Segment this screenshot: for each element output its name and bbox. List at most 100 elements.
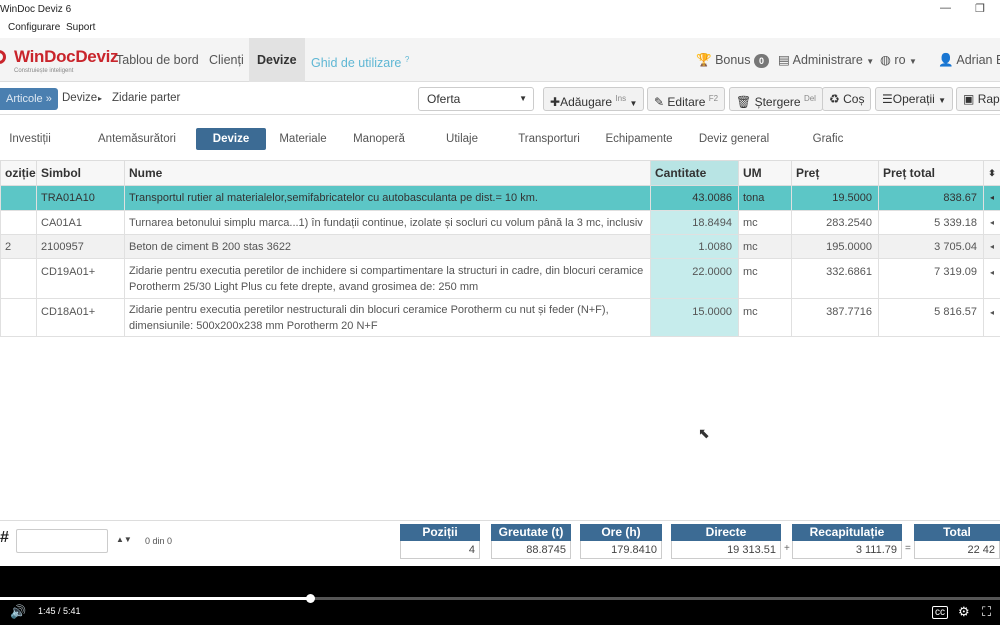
summary-pozitii-value: 4 xyxy=(400,541,480,559)
row-expand-icon[interactable]: ◂ xyxy=(983,210,1000,235)
operatii-button[interactable]: ☰Operații ▼ xyxy=(875,87,954,111)
cell-cantitate[interactable]: 1.0080 xyxy=(650,234,739,259)
captions-icon[interactable]: cc xyxy=(932,606,948,619)
fullscreen-icon[interactable]: ⛶ xyxy=(982,604,991,620)
row-expand-icon[interactable]: ◂ xyxy=(983,185,1000,211)
row-search-input[interactable] xyxy=(16,529,108,553)
tab-deviz-general[interactable]: Deviz general xyxy=(698,128,770,150)
nav-ghid-de-utilizare[interactable]: Ghid de utilizare ? xyxy=(303,38,417,82)
tab-utilaje[interactable]: Utilaje xyxy=(440,128,484,150)
col-pret-total[interactable]: Preț total xyxy=(878,160,984,186)
volume-icon[interactable]: 🔊 xyxy=(10,604,26,620)
globe-icon: ◍ xyxy=(880,53,891,67)
pager-arrows-icon[interactable]: ▲▼ xyxy=(116,535,132,544)
cell-cantitate[interactable]: 43.0086 xyxy=(650,185,739,211)
tab-devize[interactable]: Devize xyxy=(196,128,266,150)
articole-button[interactable]: Articole » xyxy=(0,88,58,110)
row-expand-icon[interactable]: ◂ xyxy=(983,258,1000,299)
cell-pret-total: 838.67 xyxy=(878,185,984,211)
nav-tablou-de-bord[interactable]: Tablou de bord xyxy=(108,38,207,82)
col-pret[interactable]: Preț xyxy=(791,160,879,186)
summary-pozitii-label: Poziții xyxy=(400,524,480,541)
summary-bar: # ▲▼ 0 din 0 Poziții 4 Greutate (t) 88.8… xyxy=(0,520,1000,566)
logo[interactable]: WinDocDeviz Construiește inteligent xyxy=(0,47,119,74)
cell-simbol: CD19A01+ xyxy=(36,258,125,299)
cell-simbol: CD18A01+ xyxy=(36,298,125,337)
list-icon: ☰ xyxy=(882,92,893,106)
tab-investitii[interactable]: Investiții xyxy=(6,128,54,150)
tab-materiale[interactable]: Materiale xyxy=(278,128,328,150)
summary-total: Total 22 42 xyxy=(914,524,1000,560)
cell-pozitie xyxy=(0,258,37,299)
hash-icon: # xyxy=(0,529,9,546)
table-row[interactable]: CD18A01+ Zidarie pentru executia peretil… xyxy=(0,298,1000,337)
cell-cantitate[interactable]: 22.0000 xyxy=(650,258,739,299)
cell-nume: Zidarie pentru executia peretilor nestru… xyxy=(124,298,651,337)
cell-nume: Zidarie pentru executia peretilor de inc… xyxy=(124,258,651,299)
caret-down-icon: ▼ xyxy=(938,96,947,105)
video-progress-bar[interactable] xyxy=(0,594,1000,603)
user-menu[interactable]: 👤 Adrian B xyxy=(938,38,1000,82)
delete-button[interactable]: 🗑 Ștergere Del xyxy=(729,87,823,111)
user-icon: 👤 xyxy=(938,53,954,67)
add-label: Adăugare xyxy=(560,95,613,109)
cell-cantitate[interactable]: 15.0000 xyxy=(650,298,739,337)
add-button[interactable]: ✚Adăugare Ins ▼ xyxy=(543,87,645,111)
cos-button[interactable]: ♻ Coș xyxy=(822,87,872,111)
summary-ore-value: 179.8410 xyxy=(580,541,662,559)
table-row[interactable]: 2 2100957 Beton de ciment B 200 stas 362… xyxy=(0,234,1000,259)
row-expand-icon[interactable]: ◂ xyxy=(983,298,1000,337)
add-shortcut: Ins xyxy=(615,94,627,103)
restore-icon[interactable]: ❐ xyxy=(975,2,985,15)
cell-cantitate[interactable]: 18.8494 xyxy=(650,210,739,235)
nav-devize[interactable]: Devize xyxy=(249,38,305,82)
col-pozitie[interactable]: oziție xyxy=(0,160,37,186)
tab-transporturi[interactable]: Transporturi xyxy=(516,128,582,150)
tab-echipamente[interactable]: Echipamente xyxy=(604,128,674,150)
tab-grafic[interactable]: Grafic xyxy=(808,128,848,150)
video-time: 1:45 / 5:41 xyxy=(38,606,81,616)
operatii-label: Operații xyxy=(892,92,935,106)
deviz-type-select[interactable]: Oferta ▼ xyxy=(418,87,534,111)
col-um[interactable]: UM xyxy=(738,160,792,186)
menu-bar: Configurare Suport xyxy=(0,20,1000,36)
summary-pozitii: Poziții 4 xyxy=(400,524,480,560)
tab-antemasuratori[interactable]: Antemăsurători xyxy=(96,128,178,150)
cell-um: tona xyxy=(738,185,792,211)
rapoarte-button[interactable]: ▣ Rap xyxy=(956,87,1000,111)
cell-pret-total: 7 319.09 xyxy=(878,258,984,299)
edit-button[interactable]: ✎ Editare F2 xyxy=(647,87,726,111)
row-expand-icon[interactable]: ◂ xyxy=(983,234,1000,259)
col-cantitate[interactable]: Cantitate xyxy=(650,160,739,186)
tab-manopera[interactable]: Manoperă xyxy=(350,128,408,150)
video-progress-fill xyxy=(0,597,310,600)
table-row[interactable]: CD19A01+ Zidarie pentru executia peretil… xyxy=(0,258,1000,299)
pager-text: 0 din 0 xyxy=(145,536,173,546)
rapoarte-label: Rap xyxy=(977,92,1000,106)
settings-gear-icon[interactable]: ⚙ xyxy=(958,604,970,620)
user-name: Adrian B xyxy=(956,53,1000,67)
plus-sign-icon: + xyxy=(784,543,790,554)
bonus-button[interactable]: 🏆 Bonus 0 xyxy=(696,38,770,82)
language-menu[interactable]: ◍ ro ▼ xyxy=(880,38,917,82)
logo-tagline: Construiește inteligent xyxy=(14,68,74,74)
breadcrumb-devize[interactable]: Devize xyxy=(62,92,97,104)
window-title: WinDoc Deviz 6 xyxy=(0,4,72,15)
administrare-menu[interactable]: ▤ Administrare ▼ xyxy=(778,38,874,82)
menu-configurare[interactable]: Configurare xyxy=(8,22,60,33)
column-sort-icon[interactable]: ⬍ xyxy=(983,160,1000,186)
video-progress-knob[interactable] xyxy=(306,594,315,603)
video-player-controls: 🔊 1:45 / 5:41 cc ⚙ ⛶ xyxy=(0,566,1000,625)
select-value: Oferta xyxy=(427,92,461,106)
delete-label: Ștergere xyxy=(754,95,801,109)
col-simbol[interactable]: Simbol xyxy=(36,160,125,186)
breadcrumb-current: Zidarie parter xyxy=(112,92,181,104)
summary-total-value: 22 42 xyxy=(914,541,1000,559)
table-row[interactable]: TRA01A10 Transportul rutier al materiale… xyxy=(0,185,1000,211)
menu-suport[interactable]: Suport xyxy=(66,22,95,33)
pencil-icon: ✎ xyxy=(654,95,665,109)
minimize-icon[interactable]: — xyxy=(940,2,951,14)
nav-clienti[interactable]: Clienți xyxy=(201,38,252,82)
table-row[interactable]: CA01A1 Turnarea betonului simplu marca..… xyxy=(0,210,1000,235)
col-nume[interactable]: Nume xyxy=(124,160,651,186)
